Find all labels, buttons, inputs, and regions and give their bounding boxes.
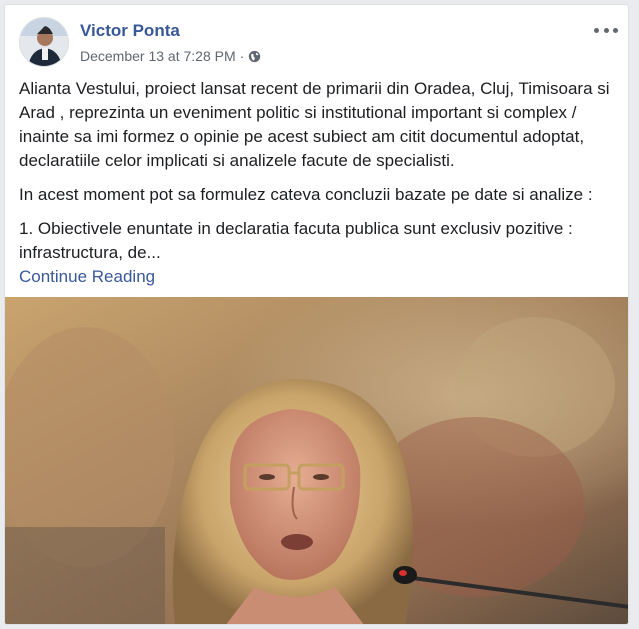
post-paragraph: In acest moment pot sa formulez cateva c… <box>19 185 593 204</box>
continue-reading-link[interactable]: Continue Reading <box>19 265 614 289</box>
post-card: Victor Ponta December 13 at 7:28 PM · Al… <box>4 4 629 625</box>
meta-separator: · <box>239 48 245 64</box>
post-paragraph: Alianta Vestului, proiect lansat recent … <box>19 79 610 170</box>
author-name[interactable]: Victor Ponta <box>80 21 180 41</box>
post-text: Alianta Vestului, proiect lansat recent … <box>19 77 614 289</box>
more-options-icon[interactable] <box>594 23 618 37</box>
post-timestamp[interactable]: December 13 at 7:28 PM <box>80 48 236 64</box>
globe-icon[interactable] <box>248 50 261 63</box>
post-paragraph: 1. Obiectivele enuntate in declaratia fa… <box>19 219 573 262</box>
post-meta: December 13 at 7:28 PM · <box>80 48 261 64</box>
post-photo[interactable] <box>5 297 628 624</box>
author-avatar[interactable] <box>19 17 69 67</box>
post-header: Victor Ponta December 13 at 7:28 PM · <box>19 17 618 69</box>
